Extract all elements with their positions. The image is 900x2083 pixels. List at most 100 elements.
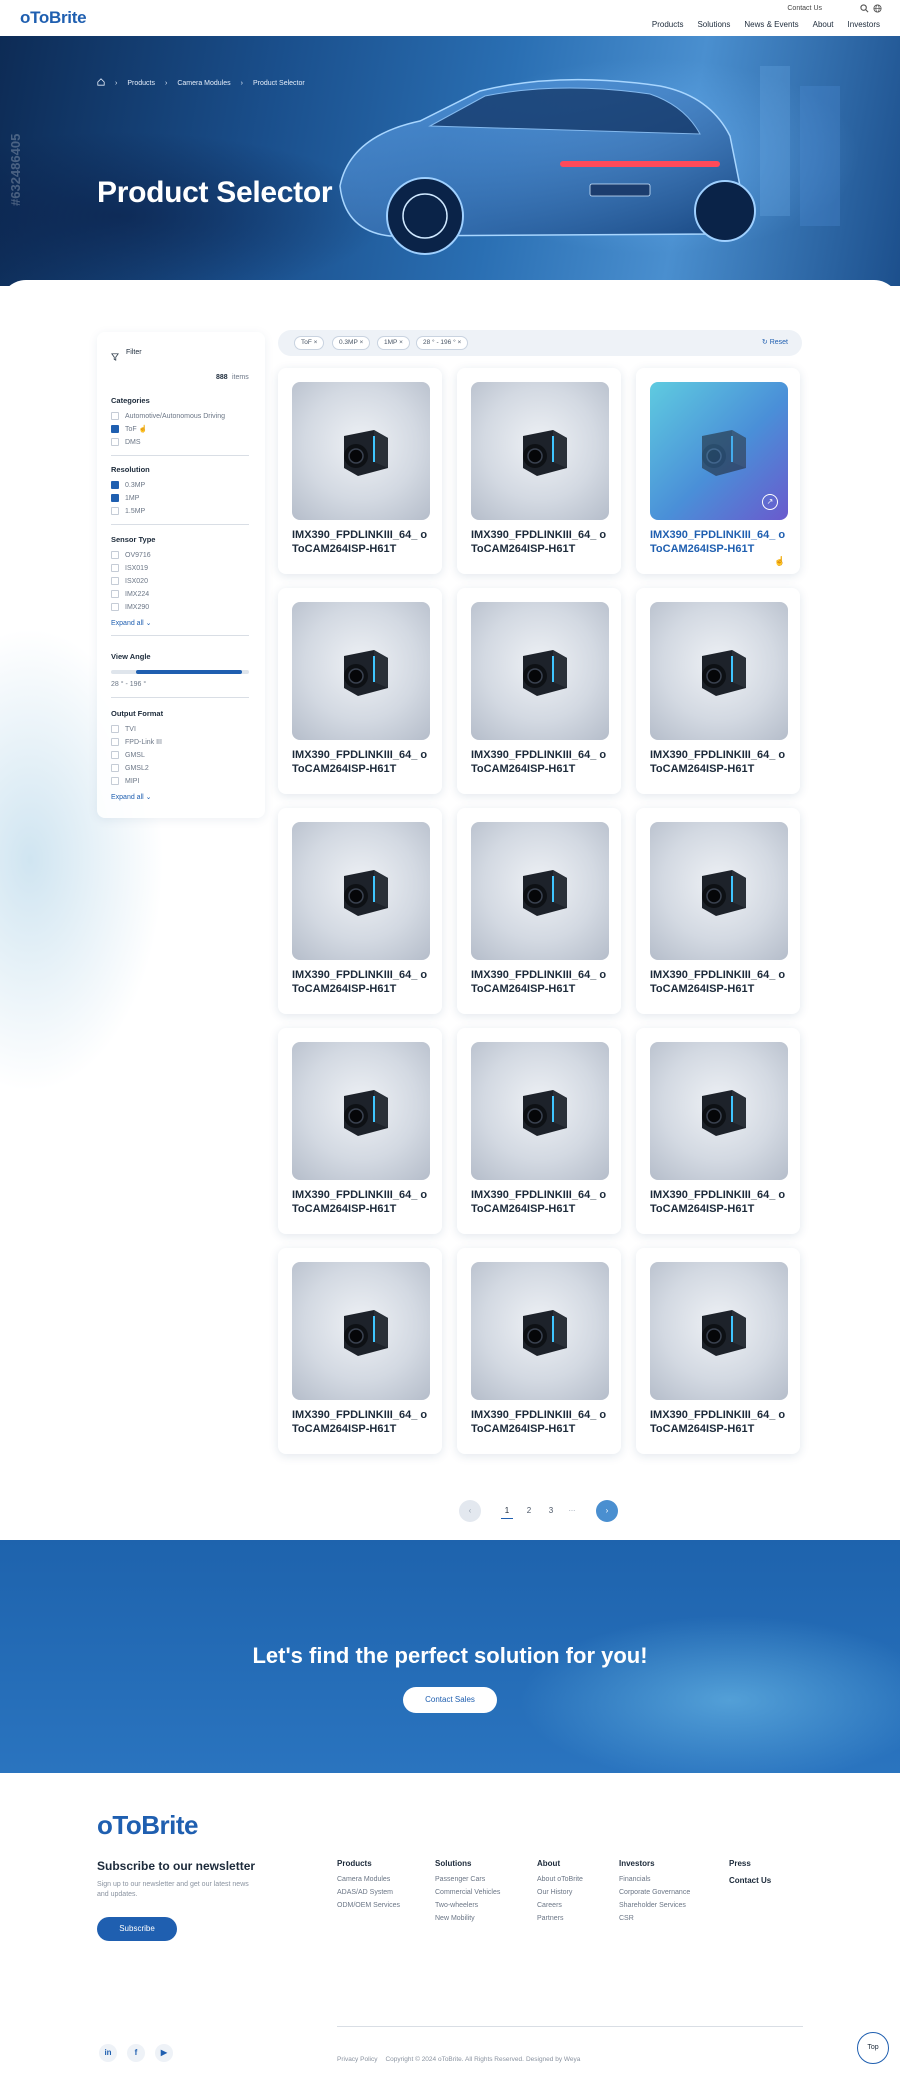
- product-image[interactable]: [471, 1262, 609, 1400]
- product-image[interactable]: ↗: [650, 382, 788, 520]
- output-option[interactable]: FPD-Link III: [111, 738, 162, 746]
- product-image[interactable]: [650, 1262, 788, 1400]
- product-title[interactable]: IMX390_FPDLINKIII_64_ oToCAM264ISP-H61T: [471, 1408, 611, 1436]
- checkbox[interactable]: [111, 577, 119, 585]
- output-option[interactable]: GMSL: [111, 751, 145, 759]
- product-title[interactable]: IMX390_FPDLINKIII_64_ oToCAM264ISP-H61T: [650, 968, 790, 996]
- close-icon[interactable]: ×: [457, 339, 461, 346]
- footer-link[interactable]: Careers: [537, 1902, 583, 1909]
- checkbox[interactable]: [111, 438, 119, 446]
- output-option[interactable]: TVI: [111, 725, 136, 733]
- product-title[interactable]: IMX390_FPDLINKIII_64_ oToCAM264ISP-H61T: [471, 528, 611, 556]
- footer-heading[interactable]: Products: [337, 1859, 400, 1868]
- footer-link[interactable]: Commercial Vehicles: [435, 1889, 500, 1896]
- product-image[interactable]: [471, 1042, 609, 1180]
- checkbox[interactable]: [111, 564, 119, 572]
- footer-link[interactable]: Our History: [537, 1889, 583, 1896]
- category-option[interactable]: Automotive/Autonomous Driving: [111, 412, 225, 420]
- designed-by-link[interactable]: Designed by Weya: [526, 2056, 580, 2063]
- product-card[interactable]: IMX390_FPDLINKIII_64_ oToCAM264ISP-H61T: [457, 1028, 621, 1234]
- product-title[interactable]: IMX390_FPDLINKIII_64_ oToCAM264ISP-H61T: [292, 748, 432, 776]
- product-image[interactable]: [471, 602, 609, 740]
- back-to-top-button[interactable]: Top: [857, 2032, 889, 2064]
- footer-heading[interactable]: Press: [729, 1859, 771, 1868]
- checkbox[interactable]: [111, 551, 119, 559]
- product-title[interactable]: IMX390_FPDLINKIII_64_ oToCAM264ISP-H61T: [292, 1408, 432, 1436]
- product-image[interactable]: [292, 602, 430, 740]
- nav-solutions[interactable]: Solutions: [697, 20, 730, 29]
- checkbox-checked[interactable]: [111, 425, 119, 433]
- contact-us-link[interactable]: Contact Us: [787, 5, 822, 12]
- checkbox-checked[interactable]: [111, 494, 119, 502]
- checkbox-checked[interactable]: [111, 481, 119, 489]
- product-title[interactable]: IMX390_FPDLINKIII_64_ oToCAM264ISP-H61T: [650, 528, 790, 556]
- page-2[interactable]: 2: [523, 1506, 535, 1515]
- category-option[interactable]: ToF ☝: [111, 425, 147, 433]
- product-image[interactable]: [650, 1042, 788, 1180]
- product-card[interactable]: IMX390_FPDLINKIII_64_ oToCAM264ISP-H61T: [457, 588, 621, 794]
- nav-products[interactable]: Products: [652, 20, 684, 29]
- filter-chip[interactable]: 0.3MP ×: [332, 336, 371, 350]
- footer-link[interactable]: Corporate Governance: [619, 1889, 690, 1896]
- footer-heading[interactable]: Investors: [619, 1859, 690, 1868]
- privacy-policy-link[interactable]: Privacy Policy: [337, 2056, 377, 2063]
- footer-link[interactable]: Shareholder Services: [619, 1902, 690, 1909]
- filter-chip[interactable]: 1MP ×: [377, 336, 410, 350]
- footer-link[interactable]: Camera Modules: [337, 1876, 400, 1883]
- breadcrumb-camera-modules[interactable]: Camera Modules: [177, 80, 230, 87]
- close-icon[interactable]: ×: [399, 339, 403, 346]
- product-title[interactable]: IMX390_FPDLINKIII_64_ oToCAM264ISP-H61T: [650, 1188, 790, 1216]
- filter-chip[interactable]: 28 ° - 196 ° ×: [416, 336, 469, 350]
- expand-icon[interactable]: ↗: [762, 494, 778, 510]
- product-title[interactable]: IMX390_FPDLINKIII_64_ oToCAM264ISP-H61T: [292, 528, 432, 556]
- footer-link[interactable]: Two-wheelers: [435, 1902, 500, 1909]
- checkbox[interactable]: [111, 777, 119, 785]
- footer-link[interactable]: CSR: [619, 1915, 690, 1922]
- product-title[interactable]: IMX390_FPDLINKIII_64_ oToCAM264ISP-H61T: [471, 1188, 611, 1216]
- product-card[interactable]: IMX390_FPDLINKIII_64_ oToCAM264ISP-H61T: [457, 368, 621, 574]
- product-image[interactable]: [471, 822, 609, 960]
- footer-link[interactable]: Financials: [619, 1876, 690, 1883]
- resolution-option[interactable]: 1.5MP: [111, 507, 145, 515]
- checkbox[interactable]: [111, 603, 119, 611]
- linkedin-icon[interactable]: in: [99, 2044, 117, 2062]
- product-image[interactable]: [292, 822, 430, 960]
- next-page-button[interactable]: ›: [596, 1500, 618, 1522]
- sensor-option[interactable]: ISX019: [111, 564, 148, 572]
- checkbox[interactable]: [111, 764, 119, 772]
- footer-link[interactable]: New Mobility: [435, 1915, 500, 1922]
- product-card[interactable]: IMX390_FPDLINKIII_64_ oToCAM264ISP-H61T: [636, 1248, 800, 1454]
- checkbox[interactable]: [111, 507, 119, 515]
- product-title[interactable]: IMX390_FPDLINKIII_64_ oToCAM264ISP-H61T: [471, 748, 611, 776]
- product-image[interactable]: [292, 382, 430, 520]
- checkbox[interactable]: [111, 412, 119, 420]
- reset-button[interactable]: ↻ Reset: [762, 338, 788, 346]
- product-card[interactable]: IMX390_FPDLINKIII_64_ oToCAM264ISP-H61T: [636, 1028, 800, 1234]
- home-icon[interactable]: [97, 78, 105, 88]
- globe-icon[interactable]: [872, 4, 882, 14]
- product-title[interactable]: IMX390_FPDLINKIII_64_ oToCAM264ISP-H61T: [292, 1188, 432, 1216]
- product-title[interactable]: IMX390_FPDLINKIII_64_ oToCAM264ISP-H61T: [471, 968, 611, 996]
- product-image[interactable]: [471, 382, 609, 520]
- sensor-option[interactable]: IMX224: [111, 590, 149, 598]
- resolution-option[interactable]: 1MP: [111, 494, 139, 502]
- product-card[interactable]: IMX390_FPDLINKIII_64_ oToCAM264ISP-H61T: [278, 368, 442, 574]
- product-title[interactable]: IMX390_FPDLINKIII_64_ oToCAM264ISP-H61T: [650, 1408, 790, 1436]
- page-1[interactable]: 1: [501, 1506, 513, 1519]
- view-angle-slider-track[interactable]: [111, 670, 249, 674]
- footer-link[interactable]: Passenger Cars: [435, 1876, 500, 1883]
- footer-heading[interactable]: Contact Us: [729, 1876, 771, 1885]
- resolution-option[interactable]: 0.3MP: [111, 481, 145, 489]
- product-card[interactable]: IMX390_FPDLINKIII_64_ oToCAM264ISP-H61T: [278, 1028, 442, 1234]
- product-card[interactable]: IMX390_FPDLINKIII_64_ oToCAM264ISP-H61T: [457, 1248, 621, 1454]
- checkbox[interactable]: [111, 738, 119, 746]
- site-logo[interactable]: oToBrite: [20, 8, 87, 28]
- footer-link[interactable]: ODM/OEM Services: [337, 1902, 400, 1909]
- product-card[interactable]: IMX390_FPDLINKIII_64_ oToCAM264ISP-H61T: [636, 808, 800, 1014]
- nav-news-events[interactable]: News & Events: [744, 20, 798, 29]
- nav-investors[interactable]: Investors: [848, 20, 880, 29]
- product-card[interactable]: IMX390_FPDLINKIII_64_ oToCAM264ISP-H61T: [278, 588, 442, 794]
- footer-heading[interactable]: About: [537, 1859, 583, 1868]
- product-card[interactable]: IMX390_FPDLINKIII_64_ oToCAM264ISP-H61T: [636, 588, 800, 794]
- footer-heading[interactable]: Solutions: [435, 1859, 500, 1868]
